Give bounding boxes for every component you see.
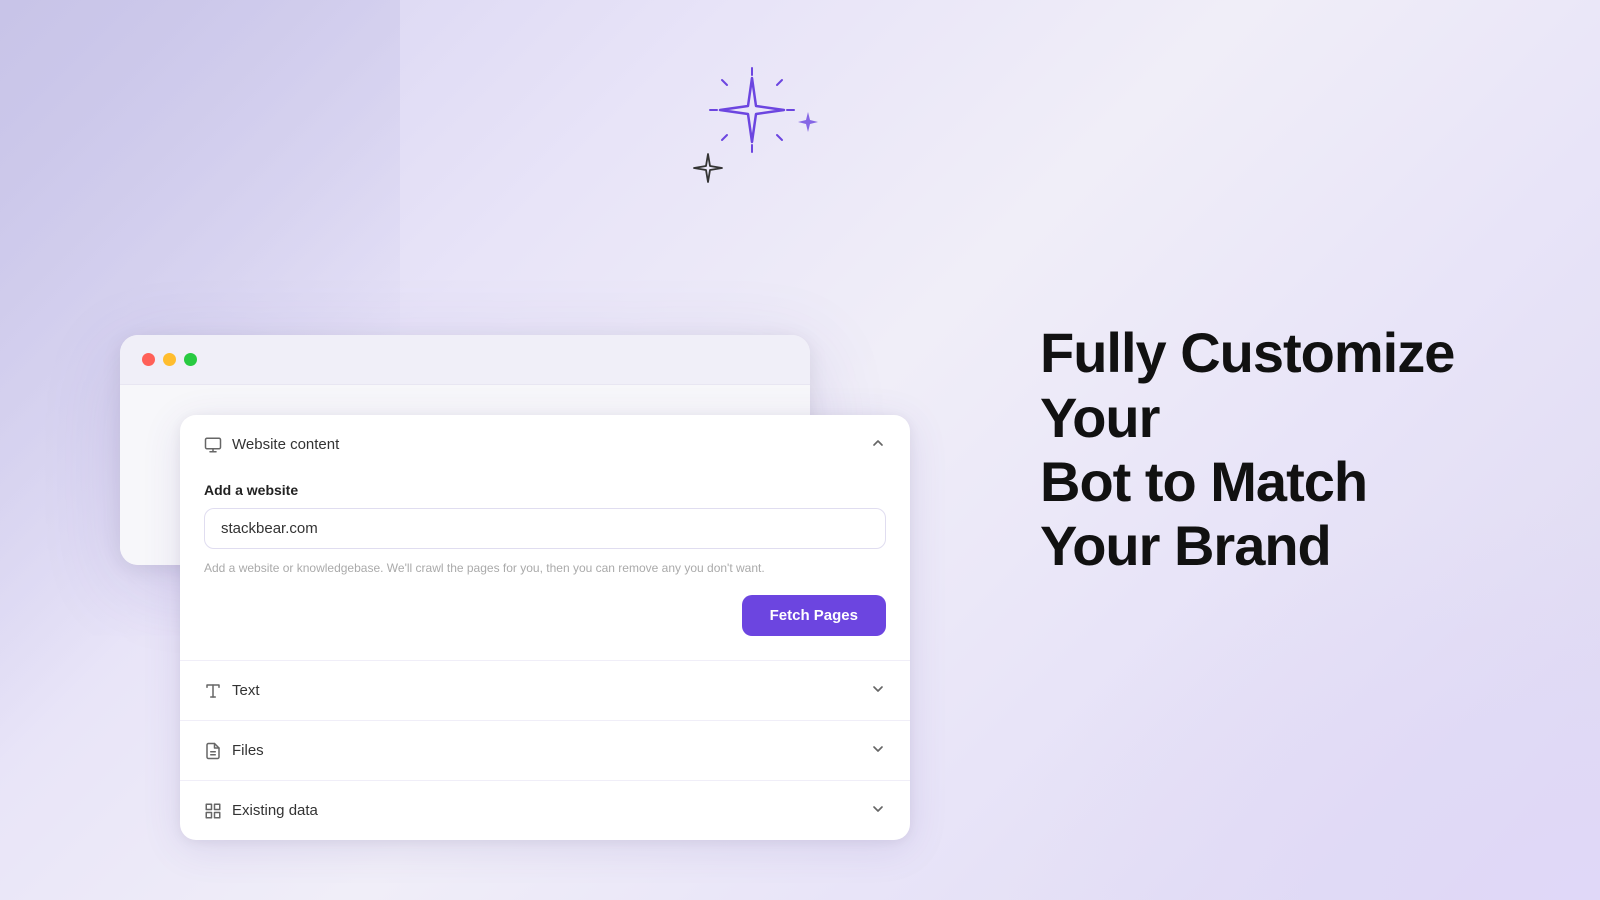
right-content: Fully Customize Your Bot to Match Your B… bbox=[920, 321, 1480, 579]
website-helper-text: Add a website or knowledgebase. We'll cr… bbox=[204, 559, 886, 577]
website-section-body: Add a website Add a website or knowledge… bbox=[180, 474, 910, 660]
monitor-icon bbox=[204, 436, 222, 454]
hero-title: Fully Customize Your Bot to Match Your B… bbox=[1040, 321, 1480, 579]
section-text: Text bbox=[180, 661, 910, 721]
section-text-header[interactable]: Text bbox=[180, 661, 910, 720]
floating-card: Website content Add a website Add a webs… bbox=[180, 415, 910, 840]
hero-title-line1: Fully Customize Your bbox=[1040, 321, 1454, 448]
section-files-header[interactable]: Files bbox=[180, 721, 910, 780]
section-website: Website content Add a website Add a webs… bbox=[180, 415, 910, 661]
star-decoration bbox=[680, 60, 840, 220]
section-website-label: Website content bbox=[232, 436, 339, 453]
file-icon bbox=[204, 742, 222, 760]
website-form-label: Add a website bbox=[204, 482, 886, 498]
traffic-light-green bbox=[184, 353, 197, 366]
browser-titlebar bbox=[120, 335, 810, 385]
text-icon bbox=[204, 682, 222, 700]
section-text-label: Text bbox=[232, 682, 260, 699]
section-existing-data-header[interactable]: Existing data bbox=[180, 781, 910, 840]
website-url-input[interactable] bbox=[204, 508, 886, 549]
section-website-header[interactable]: Website content bbox=[180, 415, 910, 474]
traffic-light-yellow bbox=[163, 353, 176, 366]
grid-icon bbox=[204, 802, 222, 820]
hero-title-line2: Bot to Match Your Brand bbox=[1040, 450, 1367, 577]
section-files: Files bbox=[180, 721, 910, 781]
page-container: Website content Add a website Add a webs… bbox=[0, 0, 1600, 900]
chevron-down-icon-data bbox=[870, 801, 886, 820]
chevron-up-icon bbox=[870, 435, 886, 454]
fetch-pages-button[interactable]: Fetch Pages bbox=[742, 595, 886, 636]
chevron-down-icon-files bbox=[870, 741, 886, 760]
browser-window: Website content Add a website Add a webs… bbox=[120, 335, 810, 565]
section-files-label: Files bbox=[232, 742, 264, 759]
traffic-light-red bbox=[142, 353, 155, 366]
section-existing-data: Existing data bbox=[180, 781, 910, 840]
section-existing-data-label: Existing data bbox=[232, 802, 318, 819]
chevron-down-icon-text bbox=[870, 681, 886, 700]
